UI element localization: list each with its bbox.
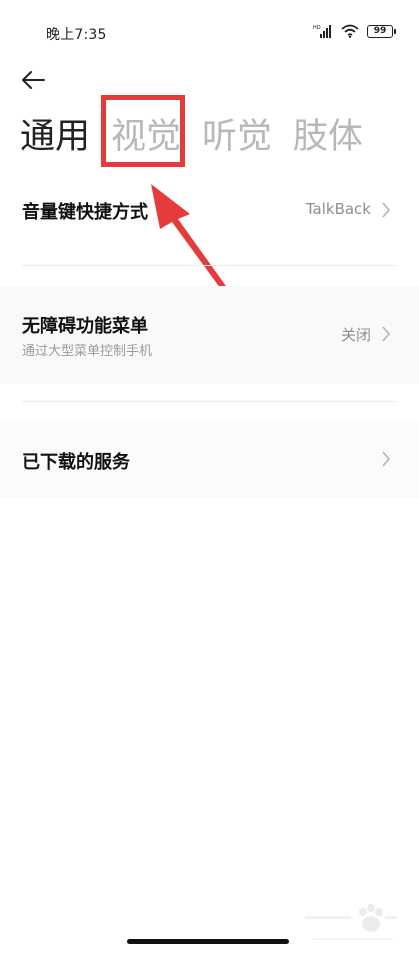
row-title: 已下载的服务 [22, 452, 130, 473]
chevron-right-icon [382, 202, 391, 218]
row-title: 音量键快捷方式 [22, 202, 148, 223]
home-indicator[interactable] [127, 939, 289, 944]
divider [22, 401, 397, 402]
row-value: 关闭 [340, 326, 371, 344]
row-title: 无障碍功能菜单 [22, 316, 148, 337]
watermark-logo [305, 904, 397, 940]
chevron-right-icon [382, 326, 391, 342]
row-value: TalkBack [305, 200, 371, 218]
row-subtitle: 通过大型菜单控制手机 [22, 344, 153, 359]
accessibility-menu-row[interactable]: 无障碍功能菜单 通过大型菜单控制手机 关闭 [0, 286, 419, 384]
divider [22, 265, 397, 266]
chevron-right-icon [382, 451, 391, 467]
downloaded-services-row[interactable]: 已下载的服务 [0, 420, 419, 498]
volume-key-shortcut-row[interactable]: 音量键快捷方式 TalkBack [0, 168, 419, 265]
